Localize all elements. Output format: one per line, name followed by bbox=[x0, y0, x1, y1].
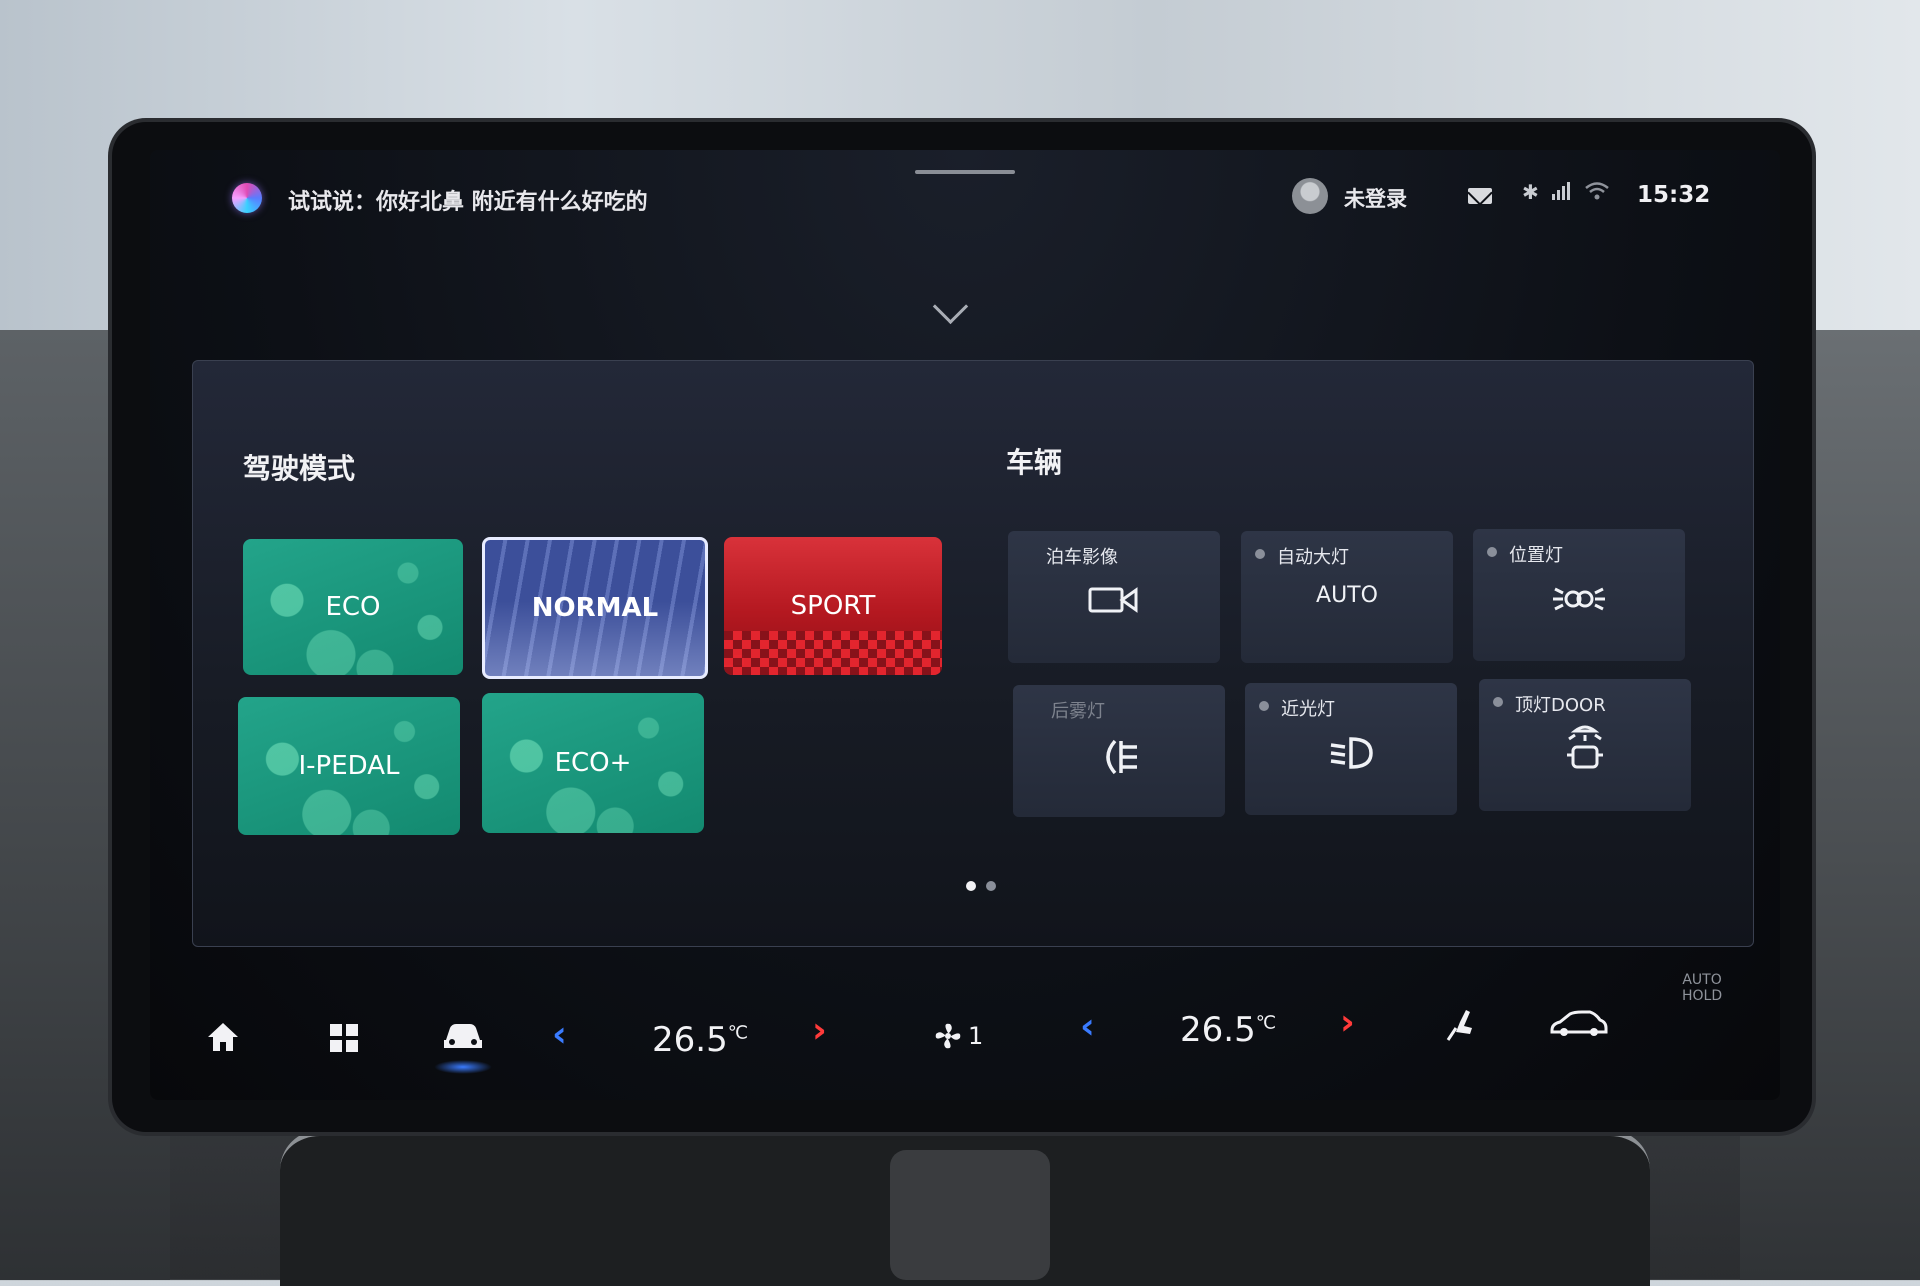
status-dot bbox=[1493, 697, 1503, 707]
temp-unit: ℃ bbox=[727, 1022, 748, 1044]
fan-speed-control[interactable]: 1 bbox=[932, 1020, 983, 1056]
fan-icon bbox=[935, 1023, 961, 1049]
drive-mode-label: NORMAL bbox=[531, 593, 659, 623]
tile-label: 后雾灯 bbox=[1051, 701, 1105, 722]
checker-pattern bbox=[724, 631, 942, 675]
left-temp-up-button[interactable]: › bbox=[812, 1010, 827, 1051]
drive-mode-label: ECO+ bbox=[554, 748, 632, 778]
status-dot bbox=[1487, 547, 1497, 557]
drive-mode-label: ECO bbox=[325, 592, 381, 622]
home-icon[interactable] bbox=[206, 1020, 240, 1058]
drive-mode-eco[interactable]: ECO bbox=[243, 539, 463, 675]
position-light-icon bbox=[1551, 581, 1607, 621]
auto-hold-button[interactable]: AUTO HOLD bbox=[1682, 972, 1722, 1004]
tile-label: 自动大灯 bbox=[1277, 547, 1349, 568]
car-exterior-icon[interactable] bbox=[1548, 1010, 1610, 1044]
status-bar: 试试说：你好北鼻 附近有什么好吃的 未登录 ✱ 15:32 bbox=[150, 150, 1780, 240]
tile-value: AUTO bbox=[1316, 583, 1378, 608]
vehicle-title: 车辆 bbox=[1006, 446, 1063, 479]
camera-icon bbox=[1086, 583, 1142, 621]
tile-label: 近光灯 bbox=[1281, 699, 1335, 720]
drive-mode-label: I-PEDAL bbox=[298, 751, 400, 781]
bluetooth-icon: ✱ bbox=[1522, 180, 1539, 204]
login-status[interactable]: 未登录 bbox=[1344, 183, 1407, 213]
seat-icon[interactable] bbox=[1444, 1006, 1478, 1048]
chevron-down-icon[interactable] bbox=[932, 288, 969, 325]
pull-down-handle[interactable] bbox=[915, 170, 1015, 174]
right-temp-up-button[interactable]: › bbox=[1340, 1002, 1355, 1043]
tile-parking-camera[interactable]: 泊车影像 bbox=[1008, 531, 1220, 663]
mail-icon[interactable] bbox=[1468, 188, 1492, 204]
drive-mode-sport[interactable]: SPORT bbox=[724, 537, 942, 675]
drive-mode-eco-plus[interactable]: ECO+ bbox=[482, 693, 704, 833]
dome-light-icon bbox=[1561, 721, 1609, 777]
right-temp-display[interactable]: 26.5℃ bbox=[1180, 1010, 1276, 1050]
avatar[interactable] bbox=[1292, 178, 1328, 214]
right-temp-down-button[interactable]: ‹ bbox=[1080, 1006, 1095, 1047]
signal-4g-icon bbox=[1550, 180, 1572, 207]
left-temp-display[interactable]: 26.5℃ bbox=[652, 1020, 748, 1060]
apps-grid-icon[interactable] bbox=[330, 1024, 358, 1056]
drive-mode-i-pedal[interactable]: I-PEDAL bbox=[238, 697, 460, 835]
auto-hold-line-2: HOLD bbox=[1682, 988, 1723, 1004]
hazard-button-housing bbox=[890, 1150, 1050, 1280]
clock: 15:32 bbox=[1637, 182, 1711, 208]
right-temp-value: 26.5 bbox=[1180, 1010, 1256, 1050]
status-dot bbox=[1255, 549, 1265, 559]
tile-low-beam[interactable]: 近光灯 bbox=[1245, 683, 1457, 815]
tile-auto-headlight[interactable]: 自动大灯 AUTO bbox=[1241, 531, 1453, 663]
low-beam-icon bbox=[1327, 735, 1375, 775]
assistant-hint: 试试说：你好北鼻 附近有什么好吃的 bbox=[288, 190, 648, 215]
temp-unit: ℃ bbox=[1255, 1012, 1276, 1034]
drive-mode-normal[interactable]: NORMAL bbox=[482, 537, 708, 679]
tile-rear-fog-light[interactable]: 后雾灯 bbox=[1013, 685, 1225, 817]
tile-dome-light[interactable]: 顶灯DOOR bbox=[1479, 679, 1691, 811]
active-indicator bbox=[434, 1060, 492, 1074]
tile-label: 位置灯 bbox=[1509, 545, 1563, 566]
status-dot bbox=[1259, 701, 1269, 711]
infotainment-screen: 试试说：你好北鼻 附近有什么好吃的 未登录 ✱ 15:32 驾驶模式 ECO N… bbox=[150, 150, 1780, 1100]
bottom-dock: ‹ 26.5℃ › 1 ‹ 26.5℃ › bbox=[150, 970, 1780, 1100]
left-temp-value: 26.5 bbox=[652, 1020, 728, 1060]
tile-label: 顶灯DOOR bbox=[1515, 695, 1606, 716]
pager-dot-active[interactable] bbox=[966, 881, 976, 891]
control-panel: 驾驶模式 ECO NORMAL SPORT I-PEDAL ECO+ 车辆 泊车… bbox=[192, 360, 1754, 947]
auto-hold-line-1: AUTO bbox=[1682, 972, 1722, 988]
drive-mode-title: 驾驶模式 bbox=[243, 452, 356, 485]
drive-mode-label: SPORT bbox=[790, 591, 876, 621]
left-temp-down-button[interactable]: ‹ bbox=[552, 1014, 567, 1055]
tile-label: 泊车影像 bbox=[1046, 547, 1118, 568]
pager-dot[interactable] bbox=[986, 881, 996, 891]
tile-position-light[interactable]: 位置灯 bbox=[1473, 529, 1685, 661]
vehicle-control-icon[interactable] bbox=[434, 1020, 492, 1074]
wifi-icon bbox=[1584, 180, 1610, 207]
fan-level: 1 bbox=[968, 1022, 984, 1050]
voice-assistant-icon[interactable] bbox=[232, 183, 262, 213]
rear-fog-light-icon bbox=[1097, 737, 1141, 781]
